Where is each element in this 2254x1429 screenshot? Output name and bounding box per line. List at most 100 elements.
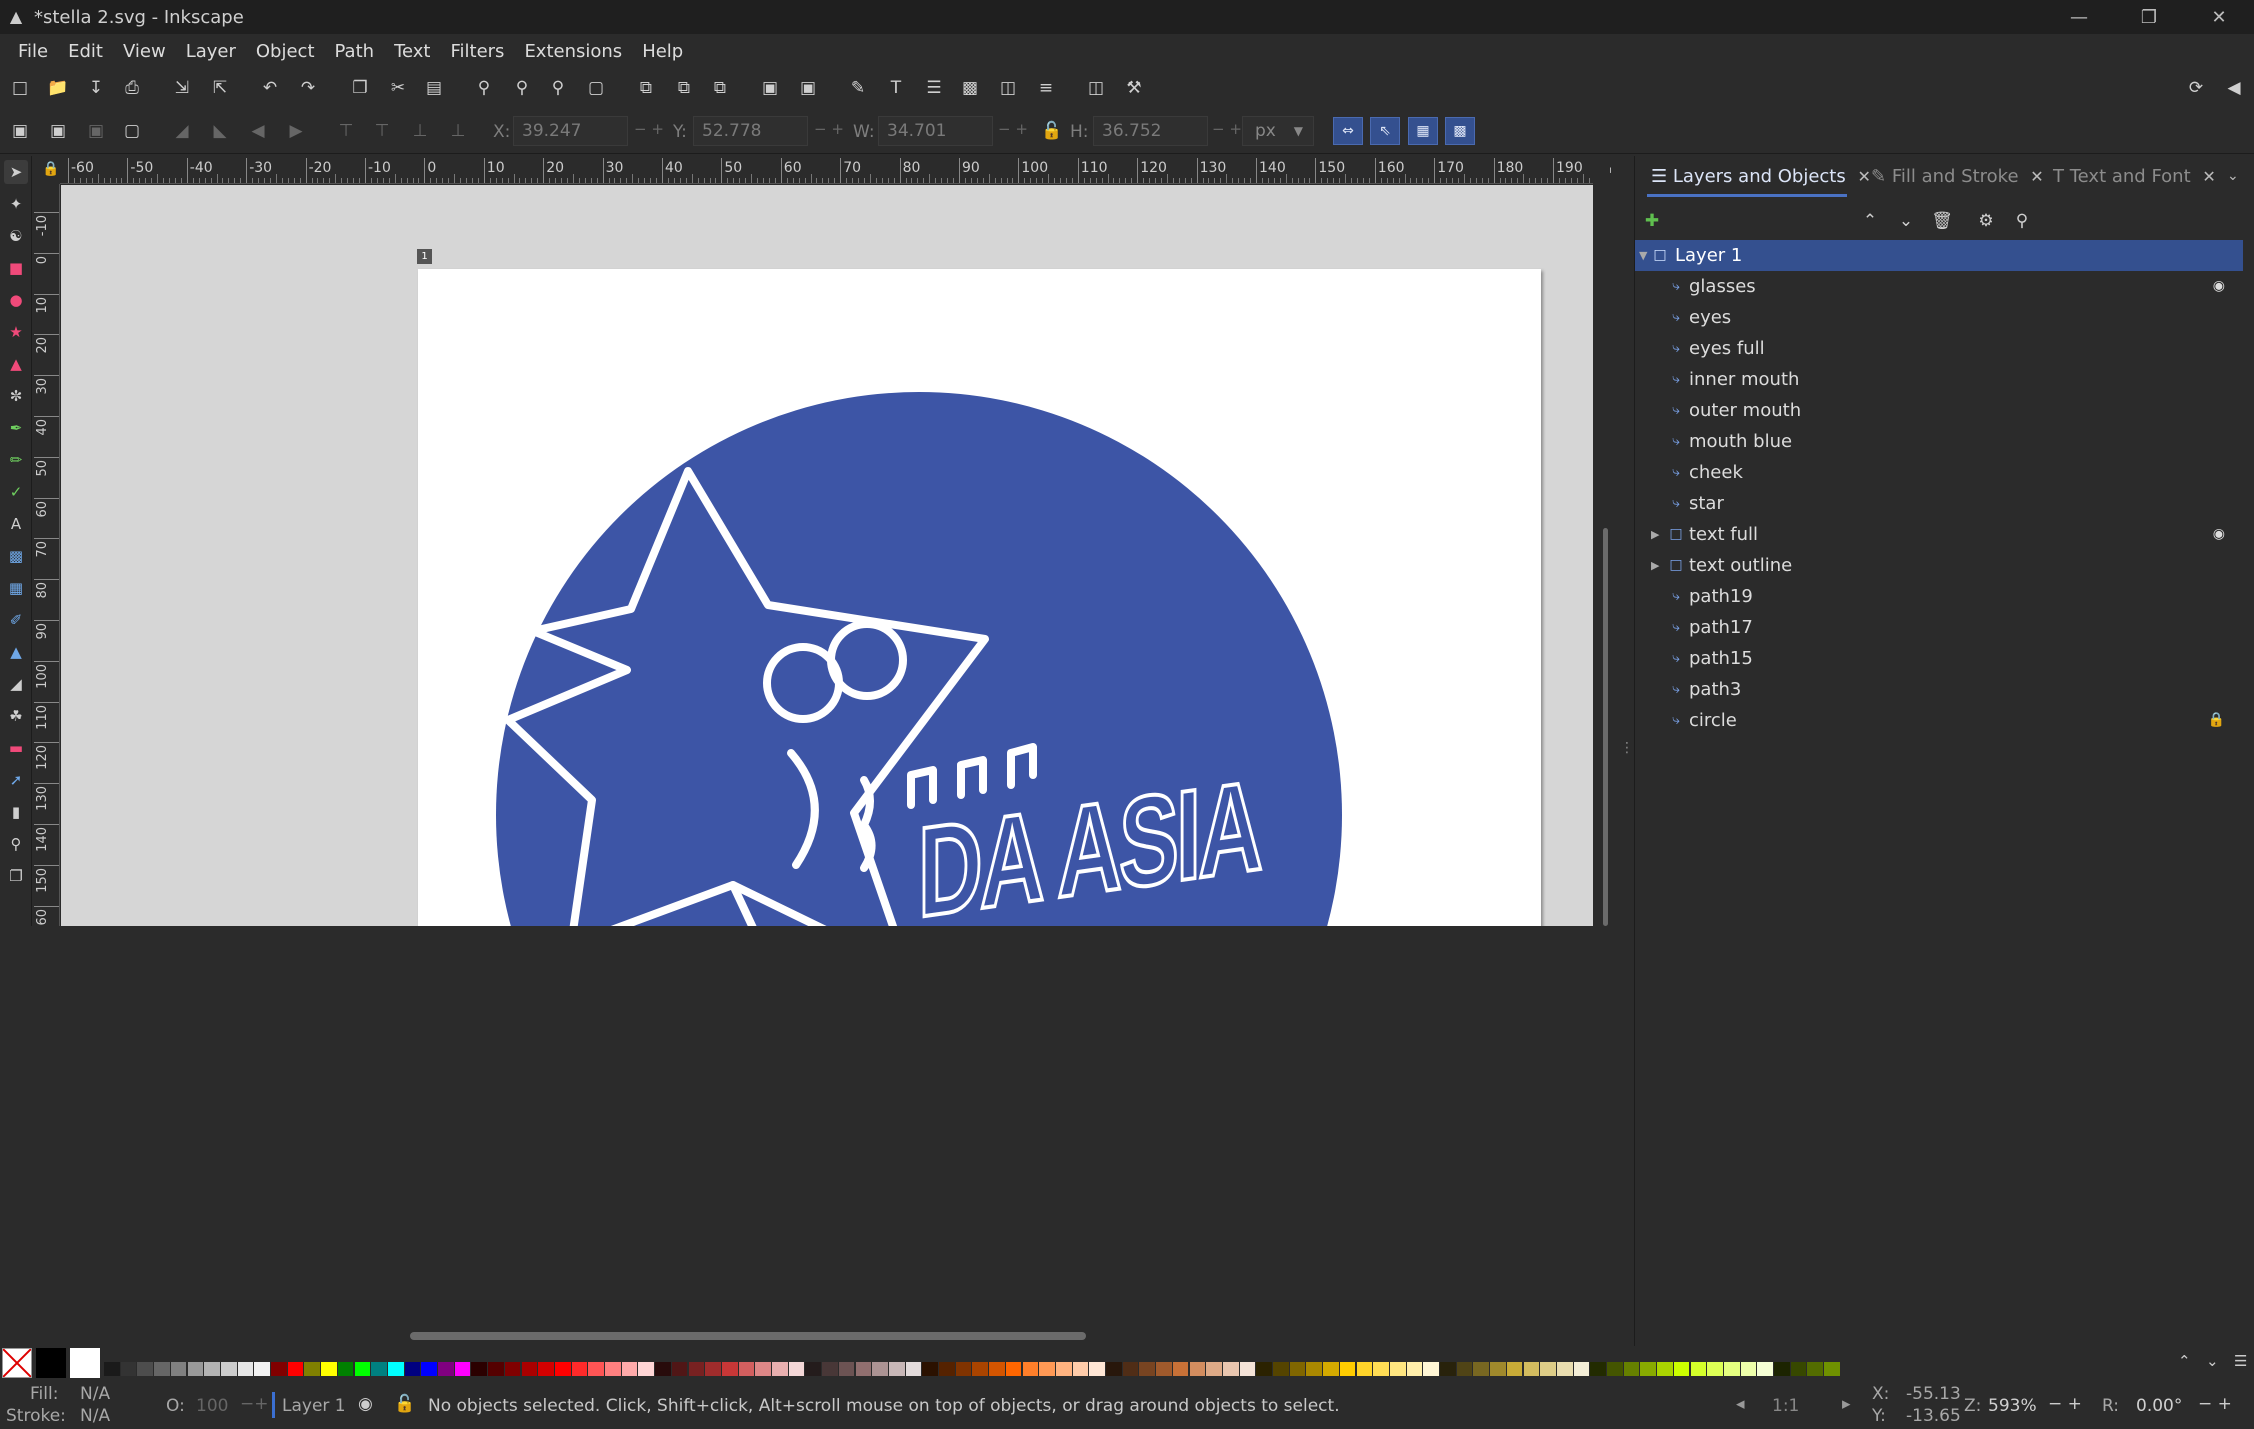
color-swatch[interactable] [621, 1362, 638, 1376]
visibility-eye-icon[interactable]: ◉ [358, 1394, 373, 1414]
preferences-icon[interactable]: ⚒ [1122, 76, 1146, 100]
color-swatch[interactable] [888, 1362, 905, 1376]
menu-object[interactable]: Object [246, 41, 325, 62]
rectangle-tool-icon[interactable]: ■ [4, 256, 28, 280]
color-swatch[interactable] [237, 1362, 254, 1376]
lower-icon[interactable]: ⊥ [408, 119, 432, 143]
color-swatch[interactable] [989, 1362, 1005, 1376]
menu-file[interactable]: File [8, 41, 58, 62]
color-swatch[interactable] [154, 1362, 170, 1376]
color-swatch[interactable] [1506, 1362, 1523, 1376]
color-swatch[interactable] [1456, 1362, 1473, 1376]
color-swatch[interactable] [1423, 1362, 1439, 1376]
delete-icon[interactable]: 🗑 [1931, 210, 1953, 232]
paste-icon[interactable]: ▤ [422, 76, 446, 100]
menu-layer[interactable]: Layer [176, 41, 246, 62]
color-swatch[interactable] [538, 1362, 554, 1376]
search-icon[interactable]: ⚲ [2011, 210, 2033, 232]
x-field[interactable]: 39.247 [513, 116, 628, 146]
x-stepper[interactable]: − + [634, 120, 664, 138]
move-gradients-icon[interactable]: ▦ [1408, 117, 1438, 145]
color-swatch[interactable] [1540, 1362, 1556, 1376]
move-up-icon[interactable]: ⌃ [1859, 210, 1881, 232]
color-swatch[interactable] [1039, 1362, 1055, 1376]
text-font-dialog-icon[interactable]: T [884, 76, 908, 100]
color-swatch[interactable] [1356, 1362, 1373, 1376]
zoom-stepper[interactable]: − + [2048, 1394, 2082, 1414]
deselect-icon[interactable]: ▣ [84, 119, 108, 143]
select-same-icon[interactable]: ▢ [120, 119, 144, 143]
tweak-tool-icon[interactable]: ☯ [4, 224, 28, 248]
color-swatch[interactable] [1339, 1362, 1356, 1376]
color-swatch[interactable] [588, 1362, 604, 1376]
color-swatch[interactable] [1723, 1362, 1740, 1376]
y-stepper[interactable]: − + [814, 120, 844, 138]
color-swatch[interactable] [638, 1362, 655, 1376]
eraser-pink-tool-icon[interactable]: ▬ [4, 736, 28, 760]
layer-item-row[interactable]: ▶ □ text outline [1635, 550, 2243, 581]
color-swatch[interactable] [1573, 1362, 1590, 1376]
zoom-width-icon[interactable]: ▢ [584, 76, 608, 100]
color-swatch[interactable] [1523, 1362, 1540, 1376]
color-swatch[interactable] [922, 1362, 938, 1376]
horizontal-ruler[interactable]: -60 -50 -40 -30 -20 -10 0 10 20 30 40 50 60 70 80 90 100… [60, 158, 1593, 184]
color-swatch[interactable] [1072, 1362, 1089, 1376]
color-swatch[interactable] [1824, 1362, 1840, 1376]
layer-item-row[interactable]: ⤷ path19 [1635, 581, 2243, 612]
export-icon[interactable]: ⇱ [208, 76, 232, 100]
flip-horizontal-icon[interactable]: ◀ [246, 119, 270, 143]
color-swatch[interactable] [304, 1362, 321, 1376]
color-swatch[interactable] [1790, 1362, 1807, 1376]
color-swatch[interactable] [554, 1362, 571, 1376]
scale-stroke-icon[interactable]: ⇔ [1333, 117, 1363, 145]
menu-path[interactable]: Path [325, 41, 385, 62]
ungroup-icon[interactable]: ▣ [796, 76, 820, 100]
layer-item-row[interactable]: ⤷ circle 🔒 [1635, 705, 2243, 736]
close-tab-icon[interactable]: ✕ [2030, 167, 2043, 186]
palette-menu-icon[interactable]: ☰ [2234, 1352, 2247, 1370]
menu-filters[interactable]: Filters [440, 41, 514, 62]
move-patterns-icon[interactable]: ▩ [1445, 117, 1475, 145]
hidden-eye-icon[interactable]: ◉ [2213, 271, 2225, 302]
layer-item-row[interactable]: ⤷ path3 [1635, 674, 2243, 705]
color-swatch[interactable] [1089, 1362, 1105, 1376]
color-swatch[interactable] [1106, 1362, 1122, 1376]
layer-item-row[interactable]: ▶ □ text full ◉ [1635, 519, 2243, 550]
color-swatch[interactable] [688, 1362, 705, 1376]
lower-bottom-icon[interactable]: ⊥ [446, 119, 470, 143]
connector-tool-icon[interactable]: ➚ [4, 768, 28, 792]
move-down-icon[interactable]: ⌄ [1895, 210, 1917, 232]
layer-item-row[interactable]: ⤷ outer mouth [1635, 395, 2243, 426]
color-swatch[interactable] [187, 1362, 204, 1376]
undo-icon[interactable]: ↶ [258, 76, 282, 100]
zoom-tool-icon[interactable]: ⚲ [4, 832, 28, 856]
star-tool-icon[interactable]: ★ [4, 320, 28, 344]
eraser-tool-icon[interactable]: ◢ [4, 672, 28, 696]
menu-text[interactable]: Text [384, 41, 440, 62]
color-swatch[interactable] [1172, 1362, 1189, 1376]
color-swatch[interactable] [905, 1362, 922, 1376]
color-swatch[interactable] [254, 1362, 270, 1376]
dropper-tool-icon[interactable]: ✐ [4, 608, 28, 632]
add-layer-icon[interactable]: ✚ [1641, 210, 1663, 232]
expand-arrow-icon[interactable]: ▶ [1651, 550, 1659, 581]
color-swatch[interactable] [655, 1362, 671, 1376]
panel-handle-icon[interactable]: ⋮ [1620, 740, 1634, 756]
color-swatch[interactable] [1122, 1362, 1139, 1376]
selector-tool-icon[interactable]: ➤ [4, 160, 28, 184]
page-scale[interactable]: 1:1 [1772, 1396, 1799, 1416]
color-swatch[interactable] [321, 1362, 337, 1376]
lock-ratio-icon[interactable]: 🔓 [1040, 119, 1064, 143]
color-swatch[interactable] [1690, 1362, 1707, 1376]
color-swatch[interactable] [104, 1362, 120, 1376]
unit-select[interactable]: px ▼ [1242, 116, 1314, 146]
menu-extensions[interactable]: Extensions [514, 41, 632, 62]
color-swatch[interactable] [471, 1362, 488, 1376]
zoom-drawing-icon[interactable]: ⚲ [510, 76, 534, 100]
snap-toggle-icon[interactable]: ⟳ [2184, 76, 2208, 100]
color-swatch[interactable] [404, 1362, 421, 1376]
w-field[interactable]: 34.701 [878, 116, 993, 146]
duplicate-icon[interactable]: ⧉ [634, 76, 658, 100]
next-page-icon[interactable]: ▸ [1842, 1394, 1851, 1414]
new-document-icon[interactable]: □ [8, 76, 32, 100]
